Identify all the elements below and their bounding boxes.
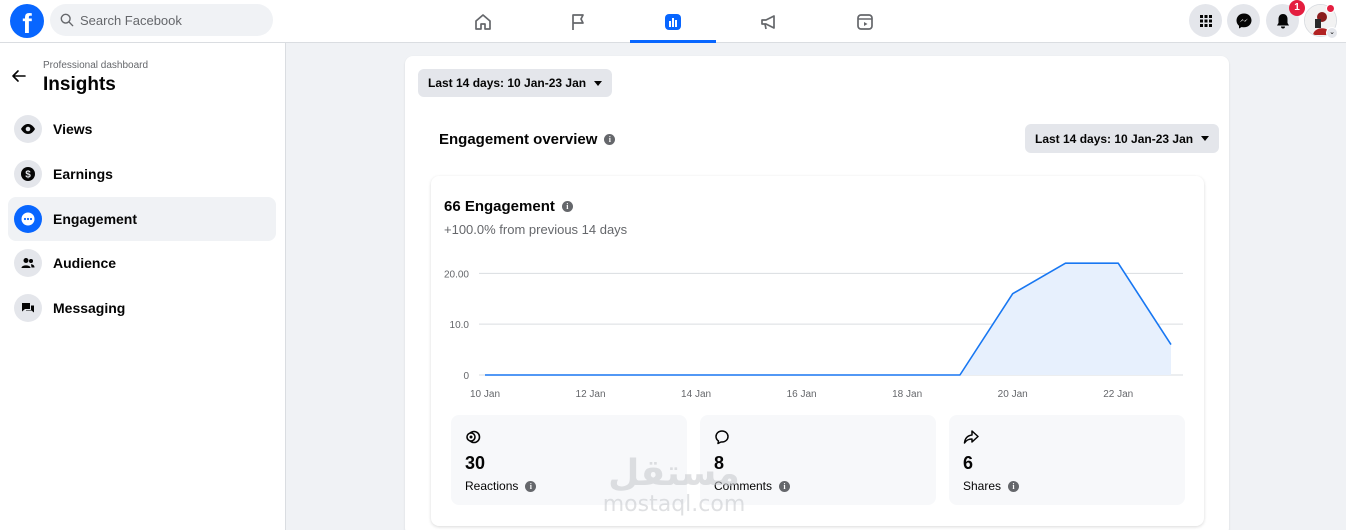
nav-tab-insights[interactable] xyxy=(630,0,716,43)
breadcrumb[interactable]: Professional dashboard xyxy=(43,60,148,71)
sidebar-item-views[interactable]: Views xyxy=(8,107,276,151)
top-navigation-bar: f 1 ⌄ xyxy=(0,0,1346,43)
reaction-icon xyxy=(466,430,481,444)
sidebar-item-label: Audience xyxy=(53,255,117,271)
notification-count-badge: 1 xyxy=(1289,0,1305,16)
sidebar-item-messaging[interactable]: Messaging xyxy=(8,286,276,330)
info-icon[interactable]: i xyxy=(604,134,616,145)
account-chevron-down-icon[interactable]: ⌄ xyxy=(1326,27,1338,39)
avatar-status-dot xyxy=(1326,4,1335,13)
nav-tab-ads[interactable] xyxy=(726,0,812,43)
x-tick-label: 12 Jan xyxy=(576,389,606,400)
people-icon xyxy=(14,249,42,277)
reels-icon xyxy=(857,13,873,30)
bar-chart-icon xyxy=(665,13,681,30)
stat-label: Reactions xyxy=(465,479,519,493)
x-tick-label: 20 Jan xyxy=(998,389,1028,400)
chat-bubble-icon xyxy=(14,205,42,233)
back-arrow-icon[interactable] xyxy=(10,67,28,85)
x-tick-label: 18 Jan xyxy=(892,389,922,400)
x-tick-label: 14 Jan xyxy=(681,389,711,400)
notifications-button[interactable]: 1 xyxy=(1266,0,1305,37)
page-title: Insights xyxy=(43,74,116,95)
svg-text:$: $ xyxy=(25,170,31,181)
sidebar-item-label: Views xyxy=(53,121,93,137)
share-icon xyxy=(963,430,979,444)
info-icon[interactable]: i xyxy=(561,201,573,212)
nav-tab-pages[interactable] xyxy=(535,0,621,43)
messages-icon xyxy=(14,294,42,322)
caret-down-icon xyxy=(594,80,603,86)
info-icon[interactable]: i xyxy=(1008,480,1020,492)
engagement-total-title: 66 Engagement i xyxy=(444,198,573,215)
stat-card-shares: 6 Shares i xyxy=(949,415,1185,505)
facebook-logo-icon[interactable]: f xyxy=(10,4,44,38)
insights-panel: Last 14 days: 10 Jan-23 Jan Engagement o… xyxy=(405,56,1229,530)
sidebar-item-earnings[interactable]: $ Earnings xyxy=(8,152,276,196)
date-range-label: Last 14 days: 10 Jan-23 Jan xyxy=(428,76,587,90)
sidebar-item-label: Engagement xyxy=(53,211,138,227)
search-input[interactable] xyxy=(80,12,260,28)
eye-icon xyxy=(14,115,42,143)
y-tick-label: 10.0 xyxy=(450,320,470,331)
search-box[interactable] xyxy=(50,4,273,36)
mostaql-watermark: مستقل mostaql.com xyxy=(602,455,746,520)
nav-tab-home[interactable] xyxy=(440,0,526,43)
home-icon xyxy=(475,13,491,30)
y-tick-label: 0 xyxy=(463,371,469,382)
y-tick-label: 20.00 xyxy=(444,269,469,280)
engagement-overview-title: Engagement overview xyxy=(439,131,598,148)
stat-label-row: Shares i xyxy=(963,479,1020,493)
sidebar-item-engagement[interactable]: Engagement xyxy=(8,197,276,241)
messenger-button[interactable] xyxy=(1227,4,1260,37)
watermark-arabic-text: مستقل xyxy=(608,453,740,494)
engagement-total-label: 66 Engagement xyxy=(444,198,555,215)
x-tick-label: 16 Jan xyxy=(787,389,817,400)
comment-icon xyxy=(715,430,729,445)
sidebar-item-label: Earnings xyxy=(53,166,113,182)
menu-button[interactable] xyxy=(1189,4,1222,37)
engagement-card: 66 Engagement i +100.0% from previous 14… xyxy=(431,176,1204,526)
x-tick-label: 10 Jan xyxy=(470,389,500,400)
date-range-label: Last 14 days: 10 Jan-23 Jan xyxy=(1035,131,1194,146)
nav-tab-reels[interactable] xyxy=(822,0,908,43)
grid-menu-icon xyxy=(1199,14,1212,27)
top-date-range-dropdown[interactable]: Last 14 days: 10 Jan-23 Jan xyxy=(418,69,613,97)
megaphone-icon xyxy=(761,14,775,29)
engagement-change-text: +100.0% from previous 14 days xyxy=(444,222,628,237)
messenger-icon xyxy=(1236,13,1251,28)
caret-down-icon xyxy=(1201,136,1210,141)
info-icon[interactable]: i xyxy=(525,480,537,492)
flag-icon xyxy=(572,13,584,30)
sidebar-item-label: Messaging xyxy=(53,300,126,316)
section-title: Engagement overview i xyxy=(439,131,616,148)
stat-value: 6 xyxy=(963,453,974,473)
info-icon[interactable]: i xyxy=(779,480,791,492)
stat-value: 30 xyxy=(465,453,486,473)
dollar-icon: $ xyxy=(14,160,42,188)
stat-label: Shares xyxy=(963,479,1002,493)
bell-icon xyxy=(1276,13,1289,28)
insights-sidebar: Professional dashboard Insights Views $ … xyxy=(0,43,286,530)
section-date-range-dropdown[interactable]: Last 14 days: 10 Jan-23 Jan xyxy=(1025,124,1220,153)
x-tick-label: 22 Jan xyxy=(1103,389,1133,400)
engagement-area-fill xyxy=(485,263,1171,375)
search-icon xyxy=(60,13,74,27)
watermark-latin-text: mostaql.com xyxy=(602,492,746,517)
stat-label-row: Reactions i xyxy=(465,479,537,493)
sidebar-item-audience[interactable]: Audience xyxy=(8,241,276,285)
engagement-chart: 0 10.0 20.00 10 Jan 12 Jan 14 Jan 16 Jan 18 Jan… xyxy=(444,262,1183,400)
